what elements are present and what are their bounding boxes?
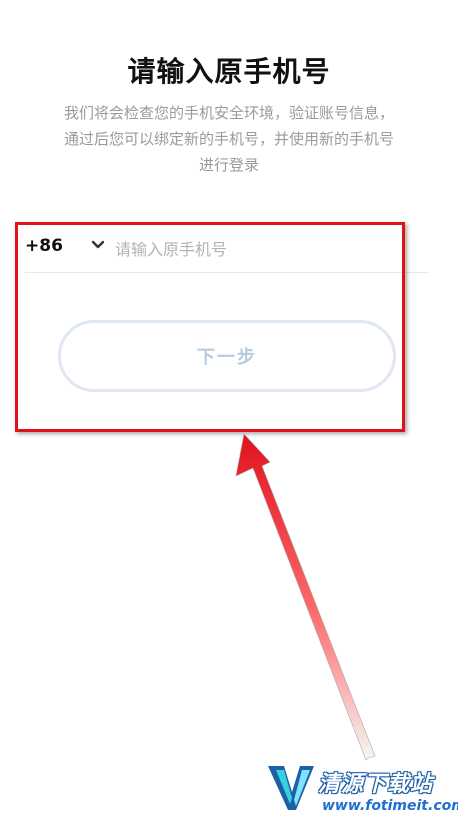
watermark-name: 清源下载站 (318, 772, 434, 797)
site-logo-icon (268, 766, 314, 810)
description-line-2: 通过后您可以绑定新的手机号，并使用新的手机号 (63, 130, 394, 148)
annotation-highlight-box (15, 222, 405, 432)
description-text: 我们将会检查您的手机安全环境，验证账号信息， 通过后您可以绑定新的手机号，并使用… (22, 100, 436, 178)
description-line-3: 进行登录 (198, 156, 259, 174)
page-title: 请输入原手机号 (127, 55, 331, 88)
watermark: 清源下载站 www.fotimeit.com (262, 760, 458, 818)
watermark-url: www.fotimeit.com (322, 798, 458, 814)
description-line-1: 我们将会检查您的手机安全环境，验证账号信息， (63, 104, 394, 122)
